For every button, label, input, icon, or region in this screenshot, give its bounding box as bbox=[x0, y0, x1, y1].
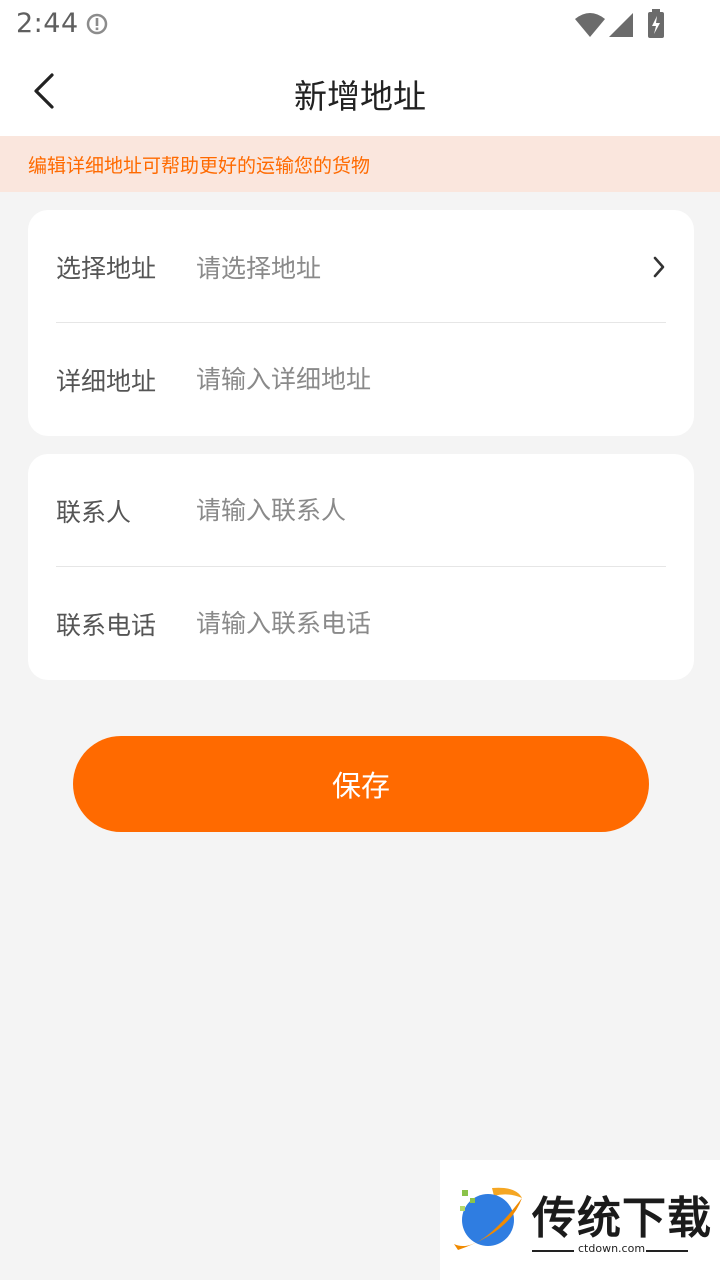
detail-address-input[interactable] bbox=[196, 349, 666, 410]
contact-name-row: 联系人 bbox=[56, 454, 666, 567]
watermark-logo-icon bbox=[448, 1184, 528, 1260]
notice-text: 编辑详细地址可帮助更好的运输您的货物 bbox=[28, 154, 371, 177]
notice-bar: 编辑详细地址可帮助更好的运输您的货物 bbox=[0, 136, 720, 192]
detail-address-label: 详细地址 bbox=[56, 366, 157, 396]
signal-icon bbox=[608, 12, 634, 42]
address-card: 选择地址 请选择地址 详细地址 bbox=[28, 210, 694, 436]
app-header: 新增地址 bbox=[0, 50, 720, 136]
page-title: 新增地址 bbox=[294, 77, 426, 116]
select-address-label: 选择地址 bbox=[56, 253, 157, 283]
contact-name-input[interactable] bbox=[196, 480, 666, 541]
contact-phone-input[interactable] bbox=[196, 593, 666, 654]
contact-phone-label: 联系电话 bbox=[56, 610, 157, 640]
status-bar: 2:44 bbox=[0, 0, 720, 50]
select-address-row[interactable]: 选择地址 请选择地址 bbox=[56, 210, 666, 323]
contact-card: 联系人 联系电话 bbox=[28, 454, 694, 680]
save-button[interactable]: 保存 bbox=[73, 736, 649, 832]
watermark: 传统下载 ctdown.com bbox=[440, 1160, 720, 1280]
wifi-icon bbox=[574, 12, 606, 42]
info-icon bbox=[86, 13, 108, 39]
contact-name-label: 联系人 bbox=[56, 497, 132, 527]
detail-address-row: 详细地址 bbox=[56, 323, 666, 436]
chevron-right-icon bbox=[642, 255, 666, 279]
contact-phone-row: 联系电话 bbox=[56, 567, 666, 680]
select-address-field[interactable]: 请选择地址 bbox=[196, 249, 642, 285]
watermark-url: ctdown.com bbox=[578, 1242, 646, 1255]
watermark-title: 传统下载 bbox=[532, 1193, 712, 1244]
watermark-line-left bbox=[532, 1250, 574, 1252]
status-time: 2:44 bbox=[16, 8, 79, 39]
watermark-line-right bbox=[646, 1250, 688, 1252]
battery-charging-icon bbox=[647, 9, 665, 43]
